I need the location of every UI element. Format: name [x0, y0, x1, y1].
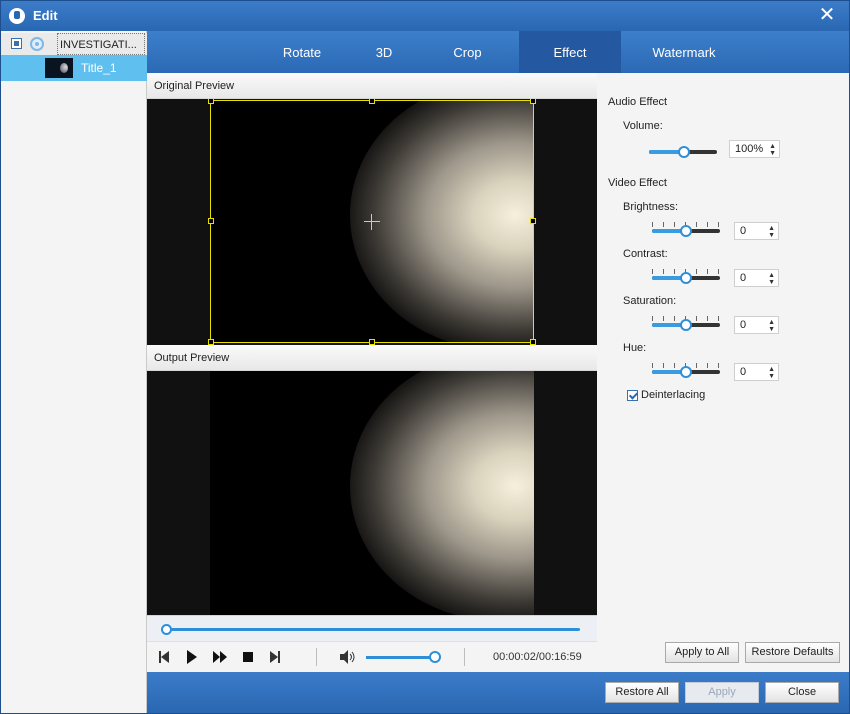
volume-slider[interactable]: [649, 143, 719, 158]
apply-to-all-button[interactable]: Apply to All: [665, 642, 739, 663]
crop-handle[interactable]: [530, 99, 536, 104]
tab-rotate[interactable]: Rotate: [251, 31, 353, 73]
close-button[interactable]: Close: [765, 682, 839, 703]
crop-box[interactable]: [208, 99, 536, 345]
original-preview: [147, 99, 597, 345]
crop-handle[interactable]: [208, 99, 214, 104]
volume-slider-track[interactable]: [366, 656, 436, 659]
edit-window: Edit ✕ INVESTIGATI... Title_1 Rotate 3D …: [0, 0, 850, 714]
source-checkbox[interactable]: [11, 38, 22, 49]
spin-up-icon[interactable]: ▲: [768, 366, 775, 373]
timeline-thumb[interactable]: [161, 624, 172, 635]
deinterlacing-label: Deinterlacing: [641, 389, 706, 401]
restore-all-button[interactable]: Restore All: [605, 682, 679, 703]
spin-down-icon[interactable]: ▼: [768, 326, 775, 333]
window-title: Edit: [33, 8, 58, 23]
spin-up-icon[interactable]: ▲: [769, 143, 776, 150]
timeline: [147, 615, 597, 641]
app-icon: [9, 8, 25, 24]
saturation-value: 0: [740, 319, 747, 331]
slider-knob[interactable]: [680, 272, 692, 284]
tab-effect[interactable]: Effect: [519, 31, 621, 73]
timeline-track[interactable]: [166, 628, 580, 631]
contrast-value: 0: [740, 272, 747, 284]
time-readout: 00:00:02/00:16:59: [493, 651, 582, 663]
title-thumbnail: [45, 58, 73, 78]
skip-forward-icon[interactable]: [270, 650, 280, 664]
preview-area: Original Preview Output Preview: [147, 73, 597, 672]
apply-button[interactable]: Apply: [685, 682, 759, 703]
source-row[interactable]: INVESTIGATI...: [1, 33, 147, 55]
tab-watermark[interactable]: Watermark: [621, 31, 747, 73]
stop-icon[interactable]: [242, 650, 254, 664]
volume-value: 100%: [735, 143, 764, 155]
saturation-label: Saturation:: [623, 295, 677, 307]
crosshair-icon: [364, 221, 380, 222]
spin-down-icon[interactable]: ▼: [769, 150, 776, 157]
spin-down-icon[interactable]: ▼: [768, 373, 775, 380]
volume-label: Volume:: [623, 120, 663, 132]
crop-handle[interactable]: [369, 99, 375, 104]
source-list-panel: INVESTIGATI... Title_1: [1, 31, 147, 713]
title-label: Title_1: [81, 61, 117, 75]
brightness-label: Brightness:: [623, 201, 679, 213]
output-video-frame: [210, 371, 534, 615]
contrast-spinbox[interactable]: 0 ▲ ▼: [734, 269, 779, 287]
contrast-label: Contrast:: [623, 248, 668, 260]
video-effect-title: Video Effect: [608, 177, 667, 189]
volume-spinbox[interactable]: 100% ▲ ▼: [729, 140, 780, 158]
original-preview-label: Original Preview: [147, 73, 597, 99]
tab-bar: Rotate 3D Crop Effect Watermark: [147, 31, 849, 73]
crosshair-icon: [371, 214, 372, 230]
tab-crop[interactable]: Crop: [415, 31, 520, 73]
volume-slider-thumb[interactable]: [428, 651, 441, 663]
play-icon[interactable]: [186, 650, 198, 664]
tab-3d[interactable]: 3D: [353, 31, 415, 73]
output-preview: [147, 371, 597, 615]
spin-up-icon[interactable]: ▲: [768, 319, 775, 326]
spin-up-icon[interactable]: ▲: [768, 225, 775, 232]
separator: [464, 648, 465, 666]
spin-down-icon[interactable]: ▼: [768, 232, 775, 239]
bottom-bar: Restore All Apply Close: [147, 672, 849, 713]
brightness-spinbox[interactable]: 0 ▲ ▼: [734, 222, 779, 240]
slider-knob[interactable]: [680, 319, 692, 331]
source-name: INVESTIGATI...: [57, 33, 145, 55]
hue-label: Hue:: [623, 342, 647, 354]
restore-defaults-button[interactable]: Restore Defaults: [745, 642, 840, 663]
speaker-icon[interactable]: [340, 650, 356, 664]
spin-down-icon[interactable]: ▼: [768, 279, 775, 286]
effect-settings-panel: Audio Effect Volume: 100% ▲ ▼ Video Effe…: [598, 73, 849, 672]
hue-spinbox[interactable]: 0 ▲ ▼: [734, 363, 779, 381]
slider-knob[interactable]: [678, 146, 690, 158]
output-preview-label: Output Preview: [147, 345, 597, 371]
fast-forward-icon[interactable]: [213, 650, 227, 664]
title-bar: Edit ✕: [1, 1, 849, 31]
brightness-slider[interactable]: [652, 222, 722, 237]
separator: [316, 648, 317, 666]
spin-up-icon[interactable]: ▲: [768, 272, 775, 279]
hue-slider[interactable]: [652, 363, 722, 378]
brightness-value: 0: [740, 225, 747, 237]
saturation-spinbox[interactable]: 0 ▲ ▼: [734, 316, 779, 334]
disc-icon: [30, 37, 44, 51]
title-row[interactable]: Title_1: [1, 55, 147, 81]
audio-effect-title: Audio Effect: [608, 96, 668, 108]
slider-knob[interactable]: [680, 366, 692, 378]
crop-handle[interactable]: [530, 218, 536, 224]
deinterlacing-checkbox[interactable]: [627, 390, 638, 401]
crop-handle[interactable]: [208, 218, 214, 224]
player-controls: 00:00:02/00:16:59: [147, 641, 597, 672]
skip-back-icon[interactable]: [159, 650, 169, 664]
close-icon[interactable]: ✕: [817, 5, 837, 25]
hue-value: 0: [740, 366, 747, 378]
contrast-slider[interactable]: [652, 269, 722, 284]
saturation-slider[interactable]: [652, 316, 722, 331]
slider-knob[interactable]: [680, 225, 692, 237]
